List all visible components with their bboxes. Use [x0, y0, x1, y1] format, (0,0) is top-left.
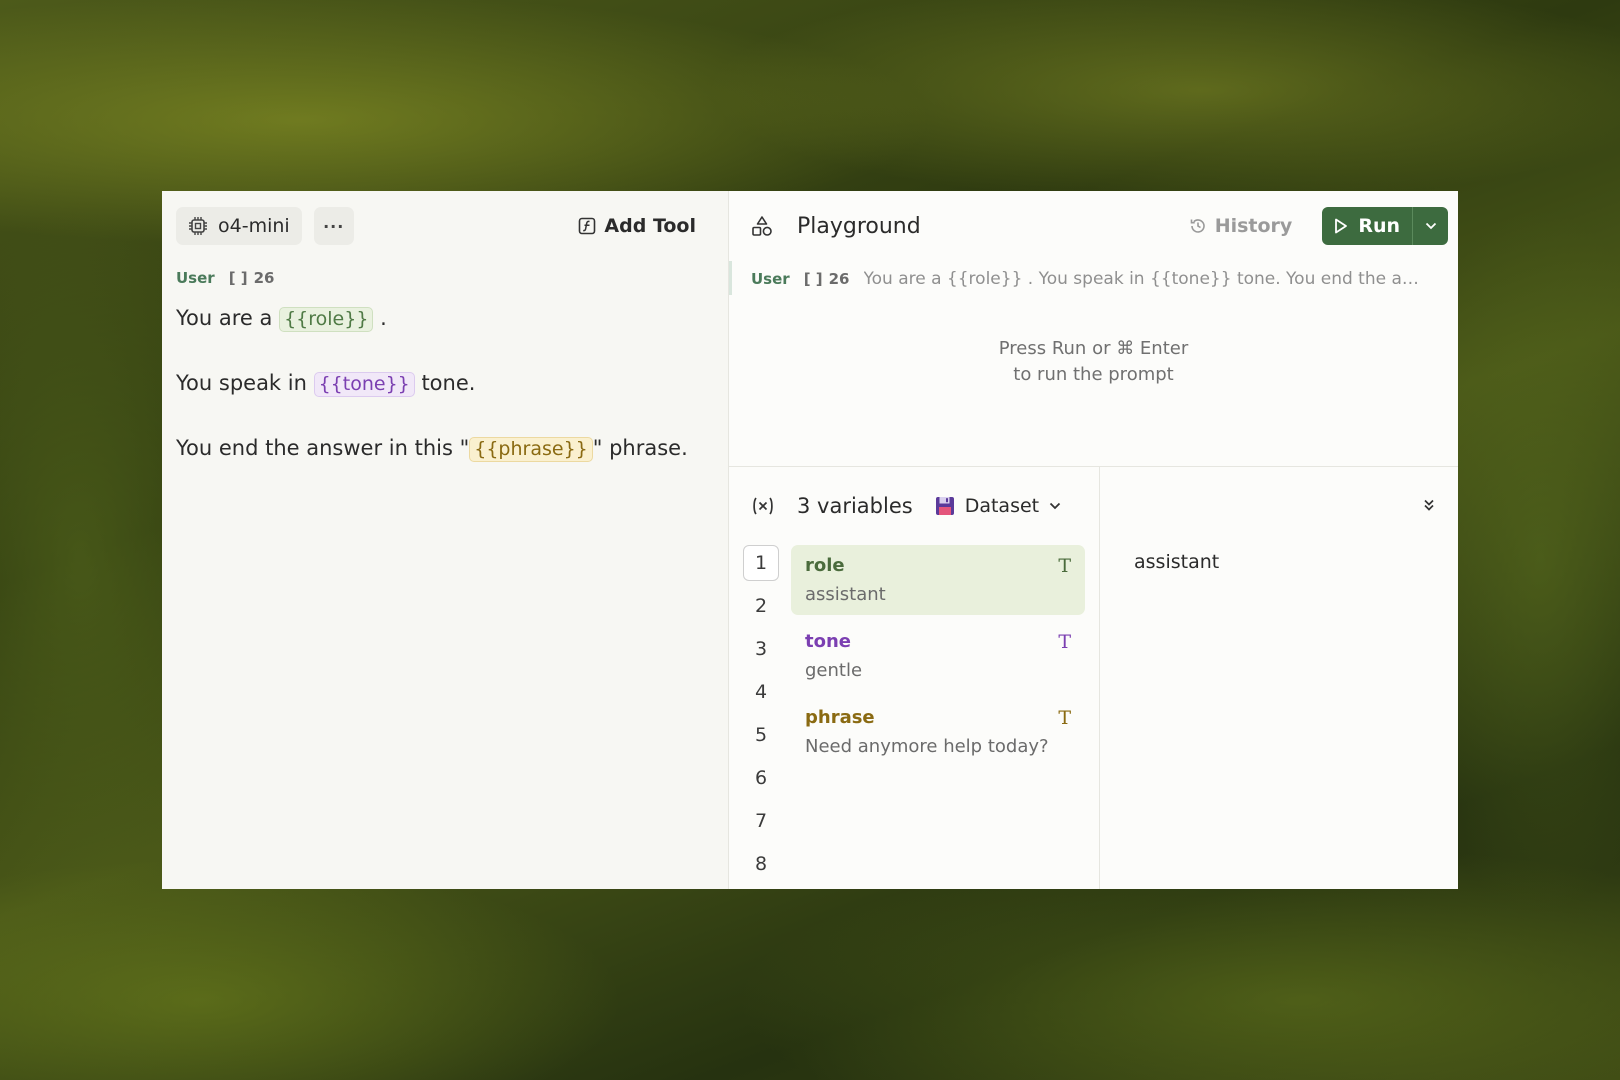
prompt-line: You are a {{role}} . [176, 307, 714, 332]
brackets-icon: [ ] [803, 270, 823, 288]
preview-token-count: [ ] 26 [804, 270, 850, 288]
brackets-icon: [ ] [228, 269, 248, 287]
prompt-text: . [373, 306, 387, 330]
text-type-icon: T [1058, 631, 1071, 653]
token-count-value: 26 [253, 269, 275, 287]
dataset-row-7[interactable]: 7 [743, 803, 779, 839]
variable-value: Need anymore help today? [805, 736, 1049, 757]
prompt-editor-panel: o4-mini ··· Add Tool User [ ] 26 You are… [162, 191, 729, 889]
dataset-dropdown[interactable]: Dataset [935, 495, 1061, 517]
left-toolbar: o4-mini ··· Add Tool [162, 191, 728, 261]
dataset-row-4[interactable]: 4 [743, 674, 779, 710]
history-button[interactable]: History [1189, 215, 1293, 237]
run-hint: Press Run or ⌘ Enter to run the prompt [729, 336, 1458, 388]
dataset-row-8[interactable]: 8 [743, 846, 779, 882]
playground-panel: Playground History Run User [] 26 You a… [729, 191, 1458, 889]
add-tool-label: Add Tool [604, 215, 696, 237]
variables-header: 3 variables Dataset [729, 467, 1099, 545]
preview-text: You are a {{role}} . You speak in {{tone… [863, 269, 1424, 289]
run-label: Run [1358, 215, 1400, 237]
variable-value: assistant [805, 584, 886, 605]
run-button[interactable]: Run [1322, 207, 1412, 245]
function-icon [579, 217, 596, 235]
prompt-text: You end the answer in this " [176, 436, 470, 460]
play-icon [1335, 218, 1348, 234]
variable-card-role[interactable]: role assistant T [791, 545, 1085, 615]
dataset-row-3[interactable]: 3 [743, 631, 779, 667]
save-disk-icon [935, 497, 954, 515]
prompt-text: You are a [176, 306, 280, 330]
dataset-row-list: 1 2 3 4 5 6 7 8 [743, 545, 779, 889]
chevron-down-icon [1049, 502, 1061, 510]
variable-icon [753, 497, 773, 515]
token-count: [ ] 26 [229, 269, 275, 287]
variables-count: 3 variables [797, 494, 913, 518]
add-tool-button[interactable]: Add Tool [578, 215, 714, 237]
run-hint-line: Press Run or ⌘ Enter [998, 338, 1189, 359]
message-preview[interactable]: User [ ] 26 You are a {{role}} . You spe… [729, 261, 1458, 295]
prompt-text-editor[interactable]: You are a {{role}} . You speak in {{tone… [162, 287, 728, 512]
history-label: History [1214, 215, 1293, 237]
variables-pane: 3 variables Dataset 1 2 3 4 5 6 7 8 role… [729, 467, 1100, 889]
history-icon [1190, 219, 1205, 233]
model-name: o4-mini [218, 215, 290, 237]
preview-token-count-value: 26 [828, 270, 850, 288]
dataset-row-2[interactable]: 2 [743, 588, 779, 624]
variable-token-role[interactable]: {{role}} [279, 307, 374, 332]
variable-detail-pane: assistant [1100, 467, 1458, 889]
variable-token-phrase[interactable]: {{phrase}} [469, 437, 593, 462]
variables-section: 3 variables Dataset 1 2 3 4 5 6 7 8 role… [729, 467, 1458, 889]
preview-role: User [751, 270, 790, 288]
dataset-row-5[interactable]: 5 [743, 717, 779, 753]
page-title: Playground [797, 213, 921, 239]
message-role[interactable]: User [176, 269, 215, 287]
selected-variable-value[interactable]: assistant [1134, 551, 1219, 573]
more-options-icon: ··· [323, 216, 345, 236]
dataset-row-6[interactable]: 6 [743, 760, 779, 796]
prompt-text: tone. [414, 371, 476, 395]
text-type-icon: T [1058, 707, 1071, 729]
model-selector[interactable]: o4-mini [176, 207, 302, 245]
message-header: User [ ] 26 [162, 261, 728, 287]
variable-card-tone[interactable]: tone gentle T [791, 621, 1085, 691]
chevron-down-icon [1425, 222, 1436, 230]
variables-body: 1 2 3 4 5 6 7 8 role assistant T tone ge… [729, 545, 1099, 889]
text-type-icon: T [1058, 555, 1071, 577]
playground-toolbar: Playground History Run [729, 191, 1458, 261]
collapse-button[interactable] [1422, 497, 1436, 516]
more-options-button[interactable]: ··· [313, 207, 354, 245]
prompt-line: You end the answer in this " {{phrase}} " … [176, 437, 714, 462]
run-options-dropdown[interactable] [1412, 207, 1448, 245]
variable-name: tone [805, 631, 851, 652]
variable-card-phrase[interactable]: phrase Need anymore help today? T [791, 697, 1085, 767]
chevrons-down-icon [1424, 499, 1434, 511]
run-button-group: Run [1322, 207, 1448, 245]
playground-output-area: Playground History Run User [] 26 You a… [729, 191, 1458, 467]
variable-token-tone[interactable]: {{tone}} [313, 372, 415, 397]
cpu-chip-icon [189, 217, 207, 235]
shapes-icon [752, 216, 772, 236]
prompt-text: You speak in [176, 371, 314, 395]
prompt-editor-window: o4-mini ··· Add Tool User [ ] 26 You are… [162, 191, 1458, 889]
prompt-text: " phrase. [592, 436, 688, 460]
prompt-line: You speak in {{tone}} tone. [176, 372, 714, 397]
variable-value: gentle [805, 660, 863, 681]
dataset-row-1[interactable]: 1 [743, 545, 779, 581]
dataset-label: Dataset [964, 495, 1040, 517]
variable-name: phrase [805, 707, 875, 728]
variable-name: role [805, 555, 845, 576]
run-hint-line: to run the prompt [1013, 364, 1174, 385]
variable-list: role assistant T tone gentle T phrase Ne… [779, 545, 1085, 889]
